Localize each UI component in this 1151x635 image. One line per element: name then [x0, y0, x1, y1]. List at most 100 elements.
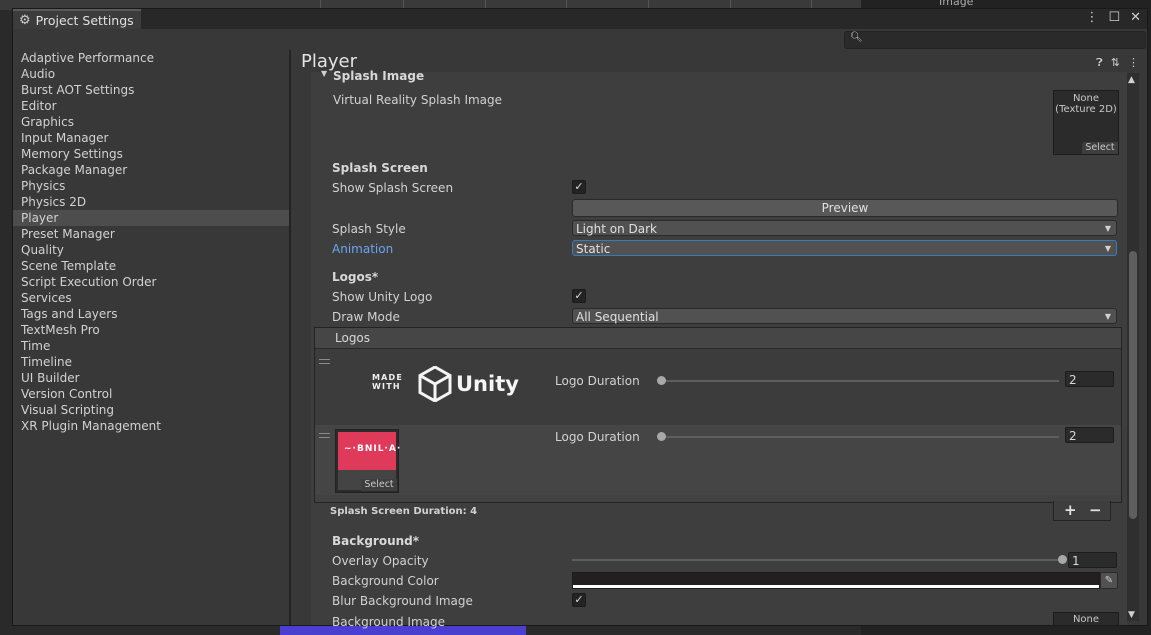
draw-mode-label: Draw Mode — [332, 310, 400, 324]
background-image-field[interactable]: None — [1053, 612, 1119, 626]
sidebar-item-scene-template[interactable]: Scene Template — [13, 258, 289, 274]
preview-button[interactable]: Preview — [572, 199, 1118, 217]
animation-dropdown[interactable]: Static ▼ — [572, 240, 1117, 256]
vr-splash-image-field[interactable]: None (Texture 2D) Select — [1053, 90, 1119, 155]
splash-screen-header: Splash Screen — [332, 161, 428, 175]
sidebar-item-xr-plugin-management[interactable]: XR Plugin Management — [13, 418, 289, 434]
sidebar-item-time[interactable]: Time — [13, 338, 289, 354]
sidebar-item-ui-builder[interactable]: UI Builder — [13, 370, 289, 386]
sidebar-item-textmesh-pro[interactable]: TextMesh Pro — [13, 322, 289, 338]
slider-thumb[interactable] — [1058, 555, 1067, 564]
logo-texture-field[interactable]: ~·BNIL·A· Select — [335, 429, 400, 493]
sidebar-item-timeline[interactable]: Timeline — [13, 354, 289, 370]
draw-mode-value: All Sequential — [576, 310, 659, 324]
sidebar-item-visual-scripting[interactable]: Visual Scripting — [13, 402, 289, 418]
help-icon[interactable]: ❓︎ — [1096, 56, 1103, 70]
logo-thumbnail: ~·BNIL·A· — [338, 432, 400, 470]
sidebar-item-quality[interactable]: Quality — [13, 242, 289, 258]
slider-thumb[interactable] — [657, 376, 666, 385]
remove-logo-button[interactable]: − — [1089, 501, 1102, 519]
scroll-down-icon[interactable]: ▼ — [1128, 610, 1135, 620]
logo-list-item[interactable]: ~·BNIL·A· Select Logo Duration 2 — [315, 425, 1121, 495]
inspector-scrollbar[interactable]: ▲ ▼ — [1125, 73, 1141, 621]
logo-duration-slider[interactable] — [661, 436, 1059, 438]
splash-screen-duration: Splash Screen Duration: 4 — [330, 506, 478, 517]
sidebar-item-services[interactable]: Services — [13, 290, 289, 306]
logo-duration-label: Logo Duration — [555, 430, 640, 444]
background-image-label: Background Image — [332, 615, 445, 629]
logos-list: Logos MADE WITH Unity Logo Duration 2 ~·… — [314, 327, 1122, 503]
logo-duration-field[interactable]: 2 — [1065, 371, 1114, 387]
sidebar-item-package-manager[interactable]: Package Manager — [13, 162, 289, 178]
sidebar-item-version-control[interactable]: Version Control — [13, 386, 289, 402]
slider-thumb[interactable] — [657, 432, 666, 441]
sidebar-item-script-execution-order[interactable]: Script Execution Order — [13, 274, 289, 290]
settings-sidebar: Adaptive Performance Audio Burst AOT Set… — [13, 50, 289, 625]
sidebar-item-player[interactable]: Player — [13, 210, 289, 226]
splash-style-label: Splash Style — [332, 222, 406, 236]
list-add-remove-controls: + − — [1053, 501, 1111, 521]
close-icon[interactable]: ✕ — [1130, 10, 1141, 25]
scroll-up-icon[interactable]: ▲ — [1128, 75, 1135, 85]
chevron-down-icon: ▼ — [1104, 224, 1111, 233]
logo-duration-slider[interactable] — [661, 380, 1059, 382]
eyedropper-icon[interactable]: ✎ — [1100, 572, 1118, 589]
preset-icon[interactable]: ⇅ — [1111, 56, 1120, 70]
overlay-opacity-label: Overlay Opacity — [332, 554, 429, 568]
show-unity-logo-label: Show Unity Logo — [332, 290, 433, 304]
vr-splash-select-button[interactable]: Select — [1082, 142, 1118, 154]
sidebar-item-memory-settings[interactable]: Memory Settings — [13, 146, 289, 162]
drag-handle-icon[interactable] — [319, 359, 330, 364]
drag-handle-icon[interactable] — [319, 433, 330, 438]
made-with-unity-logo: MADE WITH Unity — [372, 366, 522, 406]
background-color-label: Background Color — [332, 574, 439, 588]
background-image-value: None — [1072, 614, 1100, 625]
made-with-text: MADE WITH — [372, 373, 404, 391]
background-header: Background* — [332, 534, 420, 548]
logos-header: Logos* — [332, 270, 379, 284]
background-color-field[interactable] — [572, 572, 1100, 589]
blur-background-checkbox[interactable]: ✓ — [572, 593, 586, 607]
show-splash-screen-checkbox[interactable]: ✓ — [572, 180, 586, 194]
unity-brand-text: Unity — [456, 372, 519, 396]
add-logo-button[interactable]: + — [1064, 501, 1077, 519]
chevron-down-icon: ▼ — [1104, 244, 1111, 253]
sidebar-item-preset-manager[interactable]: Preset Manager — [13, 226, 289, 242]
overlay-opacity-slider[interactable] — [572, 559, 1062, 561]
sidebar-item-editor[interactable]: Editor — [13, 98, 289, 114]
splash-style-dropdown[interactable]: Light on Dark ▼ — [572, 220, 1117, 236]
logo-list-item[interactable]: MADE WITH Unity Logo Duration 2 — [315, 349, 1121, 425]
unity-cube-icon — [418, 366, 452, 402]
maximize-icon[interactable]: ☐ — [1108, 10, 1120, 25]
sidebar-item-burst-aot-settings[interactable]: Burst AOT Settings — [13, 82, 289, 98]
more-options-icon[interactable]: ⋮ — [1085, 10, 1098, 25]
sidebar-item-audio[interactable]: Audio — [13, 66, 289, 82]
logos-list-header: Logos — [315, 328, 1121, 349]
search-input[interactable]: 🔍︎ — [844, 31, 1146, 49]
title-bar: ⚙ Project Settings ⋮ ☐ ✕ — [13, 9, 1147, 29]
splash-image-foldout[interactable]: Splash Image — [333, 69, 424, 83]
toolbar: 🔍︎ — [13, 29, 1147, 50]
sidebar-item-physics[interactable]: Physics — [13, 178, 289, 194]
window-tab[interactable]: ⚙ Project Settings — [13, 9, 141, 29]
foldout-arrow-icon[interactable]: ▼ — [321, 69, 327, 78]
more-options-icon[interactable]: ⋮ — [1128, 56, 1139, 70]
draw-mode-dropdown[interactable]: All Sequential ▼ — [572, 308, 1117, 324]
sidebar-item-graphics[interactable]: Graphics — [13, 114, 289, 130]
sidebar-item-physics-2d[interactable]: Physics 2D — [13, 194, 289, 210]
blur-background-label: Blur Background Image — [332, 594, 473, 608]
splash-style-value: Light on Dark — [576, 222, 657, 236]
vr-splash-image-label: Virtual Reality Splash Image — [333, 93, 503, 107]
sidebar-item-input-manager[interactable]: Input Manager — [13, 130, 289, 146]
sidebar-item-adaptive-performance[interactable]: Adaptive Performance — [13, 50, 289, 66]
show-unity-logo-checkbox[interactable]: ✓ — [572, 289, 586, 303]
window-title: Project Settings — [35, 12, 134, 28]
animation-label: Animation — [332, 242, 394, 256]
scrollbar-thumb[interactable] — [1129, 251, 1137, 519]
sidebar-item-tags-and-layers[interactable]: Tags and Layers — [13, 306, 289, 322]
logo-select-button[interactable]: Select — [361, 479, 397, 491]
logos-list-title: Logos — [335, 331, 371, 345]
search-icon: 🔍︎ — [850, 32, 863, 43]
overlay-opacity-field[interactable]: 1 — [1068, 552, 1117, 568]
logo-duration-field[interactable]: 2 — [1065, 427, 1114, 443]
